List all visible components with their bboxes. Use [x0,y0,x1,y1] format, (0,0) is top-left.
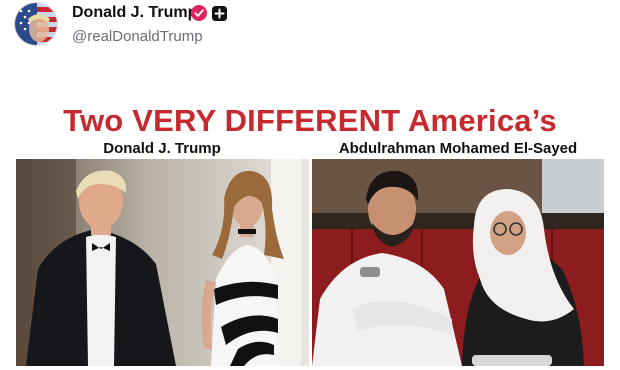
right-photo [312,159,604,366]
add-icon[interactable] [212,6,227,21]
flag-avatar-icon [15,3,57,45]
meme-title: Two VERY DIFFERENT America’s [63,103,557,138]
author-name[interactable]: Donald J. Trump [72,4,197,22]
truth-social-post: Donald J. Trump @realDonaldTrump Two VER… [0,0,620,370]
profile-avatar[interactable] [14,2,58,46]
verified-badge-icon [191,5,207,21]
right-photo-label: Abdulrahman Mohamed El-Sayed [338,140,578,157]
author-handle[interactable]: @realDonaldTrump [72,28,203,45]
left-photo-label: Donald J. Trump [103,140,221,157]
left-photo [16,159,309,366]
